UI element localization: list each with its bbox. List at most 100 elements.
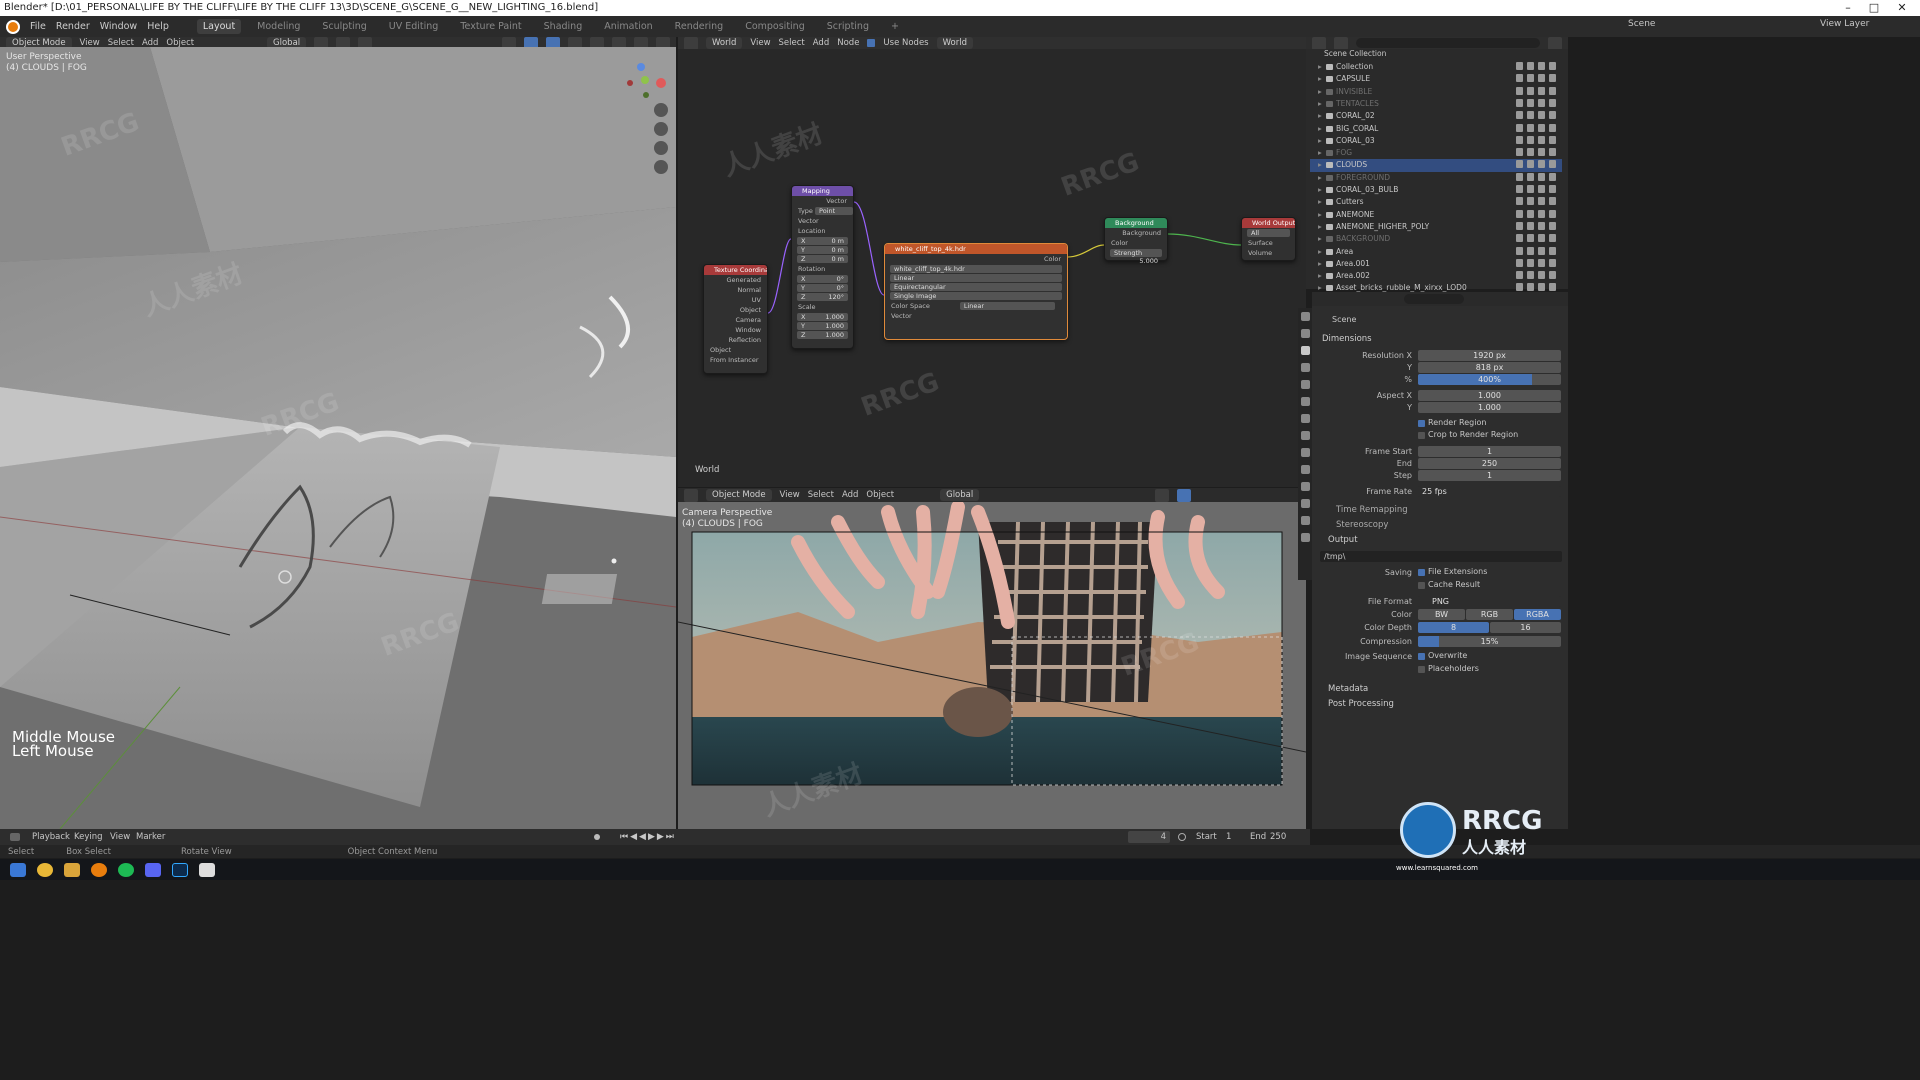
render-region-checkbox[interactable] xyxy=(1418,420,1425,427)
camera-icon[interactable] xyxy=(1549,185,1556,193)
tab-animation[interactable]: Animation xyxy=(598,19,658,34)
blender-taskbar-icon[interactable] xyxy=(91,862,107,877)
editor-type-icon[interactable] xyxy=(684,488,698,502)
clock-icon[interactable] xyxy=(1178,833,1186,841)
outliner-row[interactable]: ▸ ANEMONE xyxy=(1310,209,1562,221)
visibility-toggles[interactable] xyxy=(1516,123,1556,132)
visibility-toggles[interactable] xyxy=(1516,185,1556,193)
spotify-icon[interactable] xyxy=(118,862,134,877)
scale-y-field[interactable]: Y 1.000 xyxy=(797,322,848,330)
add-workspace-button[interactable]: + xyxy=(885,19,905,34)
expand-arrow-icon[interactable]: ▸ xyxy=(1318,221,1322,233)
tab-compositing[interactable]: Compositing xyxy=(739,19,811,34)
dimensions-panel-header[interactable]: Dimensions xyxy=(1322,334,1372,344)
camera-mode-dropdown[interactable]: Object Mode xyxy=(706,489,772,501)
windows-start-icon[interactable] xyxy=(10,862,26,877)
eye-icon[interactable] xyxy=(1538,283,1545,292)
select-arrow-icon[interactable] xyxy=(1527,86,1534,95)
tab-texture-paint[interactable]: Texture Paint xyxy=(454,19,527,34)
end-frame-value[interactable]: 250 xyxy=(1270,829,1286,845)
eye-icon[interactable] xyxy=(1538,271,1545,280)
exclude-checkbox-icon[interactable] xyxy=(1516,258,1523,267)
rotation-x-field[interactable]: X 0° xyxy=(797,275,848,283)
exclude-checkbox-icon[interactable] xyxy=(1516,135,1523,144)
visibility-toggles[interactable] xyxy=(1516,74,1556,83)
exclude-checkbox-icon[interactable] xyxy=(1516,221,1523,230)
expand-arrow-icon[interactable]: ▸ xyxy=(1318,258,1322,270)
blender-logo-icon[interactable] xyxy=(6,19,20,34)
timeline-editor-icon[interactable] xyxy=(10,833,20,841)
outliner-row[interactable]: ▸ INVISIBLE xyxy=(1310,86,1562,98)
app-icon[interactable] xyxy=(199,862,215,877)
camera-menu-select[interactable]: Select xyxy=(808,490,834,500)
select-arrow-icon[interactable] xyxy=(1527,111,1534,120)
camera-transform-dropdown[interactable]: Global xyxy=(940,489,980,501)
color-depth-16-button[interactable]: 16 xyxy=(1490,622,1561,633)
expand-arrow-icon[interactable]: ▸ xyxy=(1318,135,1322,147)
placeholders-checkbox[interactable] xyxy=(1418,666,1425,673)
exclude-checkbox-icon[interactable] xyxy=(1516,62,1523,70)
select-arrow-icon[interactable] xyxy=(1527,185,1534,193)
expand-arrow-icon[interactable]: ▸ xyxy=(1318,110,1322,122)
target-dropdown[interactable]: All xyxy=(1247,229,1290,237)
projection-dropdown[interactable]: Equirectangular xyxy=(890,283,1062,291)
exclude-checkbox-icon[interactable] xyxy=(1516,111,1523,120)
shader-type-dropdown[interactable]: World xyxy=(706,37,743,49)
eye-icon[interactable] xyxy=(1538,234,1545,243)
timeline-menu-keying[interactable]: Keying xyxy=(74,829,103,845)
expand-arrow-icon[interactable]: ▸ xyxy=(1318,270,1322,282)
select-arrow-icon[interactable] xyxy=(1527,258,1534,267)
timeline-menu-view[interactable]: View xyxy=(110,829,130,845)
visibility-toggles[interactable] xyxy=(1516,234,1556,243)
select-arrow-icon[interactable] xyxy=(1527,209,1534,218)
stereoscopy-panel[interactable]: Stereoscopy xyxy=(1336,520,1388,530)
node-editor[interactable]: Texture Coordinate Generated Normal UV O… xyxy=(678,49,1306,487)
start-frame-value[interactable]: 1 xyxy=(1226,829,1231,845)
properties-search-input[interactable] xyxy=(1404,294,1464,304)
tab-shading[interactable]: Shading xyxy=(538,19,589,34)
camera-icon[interactable] xyxy=(1549,98,1556,107)
scale-z-field[interactable]: Z 1.000 xyxy=(797,331,848,339)
exclude-checkbox-icon[interactable] xyxy=(1516,246,1523,255)
socket-vector-in[interactable]: Vector xyxy=(885,311,1067,321)
visibility-toggles[interactable] xyxy=(1516,197,1556,206)
select-arrow-icon[interactable] xyxy=(1527,123,1534,132)
file-format-dropdown[interactable]: PNG xyxy=(1418,596,1561,607)
socket-background-out[interactable]: Background xyxy=(1105,228,1167,238)
visibility-toggles[interactable] xyxy=(1516,135,1556,144)
eye-icon[interactable] xyxy=(1538,209,1545,218)
exclude-checkbox-icon[interactable] xyxy=(1516,271,1523,280)
visibility-toggles[interactable] xyxy=(1516,148,1556,157)
texture-tab-icon[interactable] xyxy=(1300,533,1310,542)
view-layer-selector[interactable]: View Layer xyxy=(1820,19,1869,29)
outliner-row[interactable]: ▸ FOREGROUND xyxy=(1310,172,1562,184)
select-arrow-icon[interactable] xyxy=(1527,197,1534,206)
zoom-icon[interactable] xyxy=(654,103,668,117)
image-datablock-field[interactable]: white_cliff_top_4k.hdr xyxy=(890,265,1062,273)
record-icon[interactable] xyxy=(594,834,600,840)
node-world-output[interactable]: World Output All Surface Volume xyxy=(1241,217,1296,261)
outliner-search-input[interactable] xyxy=(1356,38,1540,48)
camera-icon[interactable] xyxy=(1549,123,1556,132)
overwrite-checkbox[interactable] xyxy=(1418,653,1425,660)
tab-modeling[interactable]: Modeling xyxy=(251,19,306,34)
discord-icon[interactable] xyxy=(145,862,161,877)
world-datablock-field[interactable]: World xyxy=(936,37,973,49)
output-panel-header[interactable]: Output xyxy=(1328,535,1358,545)
node-background[interactable]: Background Background Color Strength 5.00… xyxy=(1104,217,1168,265)
eye-icon[interactable] xyxy=(1538,197,1545,206)
minimize-button[interactable]: – xyxy=(1836,0,1860,16)
scene-collection-row[interactable]: Scene Collection xyxy=(1324,49,1386,58)
select-arrow-icon[interactable] xyxy=(1527,98,1534,107)
current-frame-field[interactable]: 4 xyxy=(1128,831,1170,843)
socket-normal[interactable]: Normal xyxy=(704,285,767,295)
outliner-row[interactable]: ▸ Area.002 xyxy=(1310,270,1562,282)
select-arrow-icon[interactable] xyxy=(1527,135,1534,144)
output-path-field[interactable]: /tmp\ xyxy=(1320,551,1562,562)
eye-icon[interactable] xyxy=(1538,62,1545,70)
select-arrow-icon[interactable] xyxy=(1527,234,1534,243)
data-tab-icon[interactable] xyxy=(1300,499,1310,508)
outliner-row[interactable]: ▸ TENTACLES xyxy=(1310,98,1562,110)
camera-icon[interactable] xyxy=(1549,246,1556,255)
frame-step-field[interactable]: 1 xyxy=(1418,470,1561,481)
